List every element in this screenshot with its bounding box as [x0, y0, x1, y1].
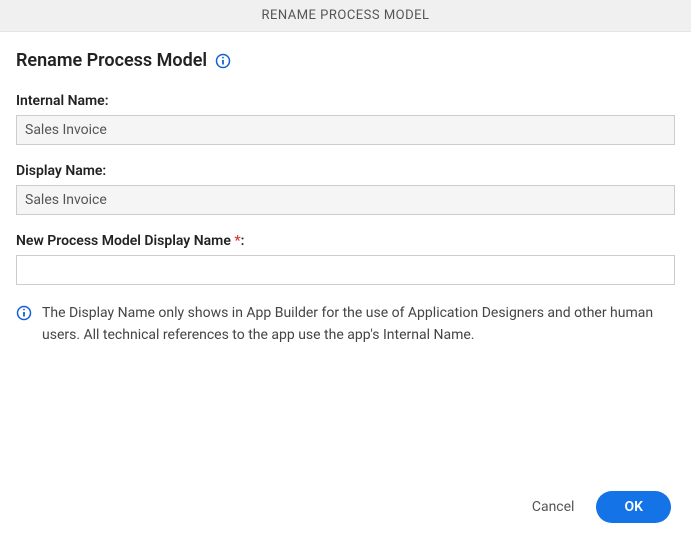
- display-name-label: Display Name:: [16, 163, 675, 179]
- new-display-name-input[interactable]: [16, 255, 675, 285]
- new-display-name-group: New Process Model Display Name *:: [16, 233, 675, 285]
- note-row: The Display Name only shows in App Build…: [16, 303, 675, 346]
- cancel-button[interactable]: Cancel: [532, 499, 575, 515]
- new-display-name-label: New Process Model Display Name *:: [16, 233, 675, 249]
- internal-name-label: Internal Name:: [16, 93, 675, 109]
- display-name-input: [16, 185, 675, 215]
- info-icon: [16, 305, 32, 321]
- info-icon[interactable]: [215, 53, 231, 69]
- title-row: Rename Process Model: [16, 50, 675, 71]
- internal-name-input: [16, 115, 675, 145]
- display-name-group: Display Name:: [16, 163, 675, 215]
- new-display-name-label-suffix: :: [241, 233, 245, 249]
- new-display-name-label-prefix: New Process Model Display Name: [16, 233, 234, 249]
- dialog-header: RENAME PROCESS MODEL: [0, 0, 691, 32]
- dialog-header-title: RENAME PROCESS MODEL: [261, 8, 429, 23]
- dialog-content: Rename Process Model Internal Name: Disp…: [0, 32, 691, 477]
- ok-button[interactable]: OK: [596, 491, 671, 523]
- page-title: Rename Process Model: [16, 50, 207, 71]
- dialog-footer: Cancel OK: [0, 477, 691, 537]
- note-text: The Display Name only shows in App Build…: [42, 303, 675, 346]
- internal-name-group: Internal Name:: [16, 93, 675, 145]
